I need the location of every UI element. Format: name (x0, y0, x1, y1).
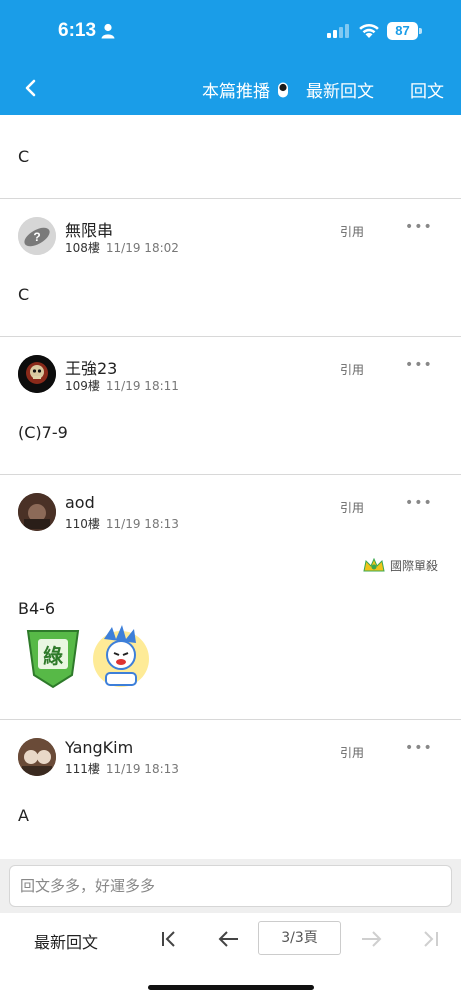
badge-label: 國際單殺 (390, 559, 439, 573)
pagination-bar: 最新回文 3/3頁 (0, 913, 461, 965)
floor-number: 109樓 (65, 379, 100, 393)
badge-crown-icon (363, 558, 385, 572)
quote-button[interactable]: 引用 (340, 744, 364, 761)
author-name[interactable]: YangKim (65, 738, 133, 757)
post-time: 11/19 18:02 (105, 241, 179, 255)
battery-tip (419, 28, 422, 34)
post-item: aod 110樓 11/19 18:13 引用 ••• 國際單殺 B4-6 綠 (0, 475, 461, 720)
question-avatar-icon: ? (18, 217, 56, 255)
floor-number: 111樓 (65, 762, 100, 776)
post-meta: 110樓 11/19 18:13 (65, 515, 179, 532)
latest-replies-button[interactable]: 最新回文 (34, 929, 98, 953)
post-content: A (18, 806, 29, 825)
post-content: C (18, 147, 30, 166)
back-arrow-icon[interactable] (18, 74, 44, 102)
next-page-icon[interactable] (358, 927, 384, 951)
quote-button[interactable]: 引用 (340, 223, 364, 240)
post-time: 11/19 18:13 (105, 517, 179, 531)
post-content: (C)7-9 (18, 423, 68, 442)
post-meta: 111樓 11/19 18:13 (65, 760, 179, 777)
wifi-icon (359, 23, 379, 38)
photo-avatar-icon (18, 738, 56, 776)
page-indicator[interactable]: 3/3頁 (258, 921, 341, 955)
post-meta: 108樓 11/19 18:02 (65, 239, 179, 256)
avatar[interactable] (18, 493, 56, 531)
reply-bar: 回文多多，好運多多 (0, 859, 461, 913)
app-header: 6:13 87 本篇推播 最新回文 回文 (0, 0, 461, 115)
angry-sticker-icon (93, 625, 149, 687)
badge-tag[interactable]: 國際單殺 (362, 557, 438, 574)
post-time: 11/19 18:11 (105, 379, 179, 393)
toggle-switch-icon[interactable] (276, 82, 290, 98)
svg-text:?: ? (33, 230, 40, 244)
nav-bar: 本篇推播 最新回文 回文 (0, 62, 461, 115)
more-options-button[interactable]: ••• (405, 357, 433, 373)
quote-button[interactable]: 引用 (340, 361, 364, 378)
author-name[interactable]: aod (65, 493, 95, 512)
first-page-icon[interactable] (157, 927, 183, 951)
reply-input[interactable]: 回文多多，好運多多 (9, 865, 452, 907)
photo-avatar-icon (18, 493, 56, 531)
post-item: YangKim 111樓 11/19 18:13 引用 ••• A (0, 720, 461, 859)
status-bar: 6:13 87 (0, 0, 461, 62)
post-item: ? 無限串 108樓 11/19 18:02 引用 ••• C (0, 199, 461, 337)
post-content: B4-6 (18, 599, 56, 618)
post-time: 11/19 18:13 (105, 762, 179, 776)
skull-avatar-icon (18, 355, 56, 393)
avatar[interactable] (18, 355, 56, 393)
latest-replies-link[interactable]: 最新回文 (306, 77, 374, 102)
previous-page-icon[interactable] (216, 927, 242, 951)
floor-number: 110樓 (65, 517, 100, 531)
post-item: C (0, 115, 461, 199)
avatar[interactable] (18, 738, 56, 776)
battery-indicator: 87 (387, 22, 418, 40)
more-options-button[interactable]: ••• (405, 495, 433, 511)
floor-number: 108樓 (65, 241, 100, 255)
home-indicator (148, 985, 314, 990)
reply-link[interactable]: 回文 (410, 77, 444, 102)
author-name[interactable]: 無限串 (65, 217, 113, 241)
person-icon (101, 23, 115, 39)
post-content: C (18, 285, 30, 304)
last-page-icon[interactable] (418, 927, 444, 951)
author-name[interactable]: 王強23 (65, 355, 117, 379)
status-time: 6:13 (58, 20, 97, 41)
push-notification-toggle-label[interactable]: 本篇推播 (202, 77, 270, 102)
avatar[interactable]: ? (18, 217, 56, 255)
post-meta: 109樓 11/19 18:11 (65, 377, 179, 394)
more-options-button[interactable]: ••• (405, 219, 433, 235)
post-feed[interactable]: C ? 無限串 108樓 11/19 18:02 引用 ••• C 王強23 1… (0, 115, 461, 859)
post-item: 王強23 109樓 11/19 18:11 引用 ••• (C)7-9 (0, 337, 461, 475)
quote-button[interactable]: 引用 (340, 499, 364, 516)
more-options-button[interactable]: ••• (405, 740, 433, 756)
green-sticker-icon: 綠 (26, 630, 80, 689)
sticker-text: 綠 (43, 644, 64, 668)
cellular-signal-icon (327, 24, 349, 38)
